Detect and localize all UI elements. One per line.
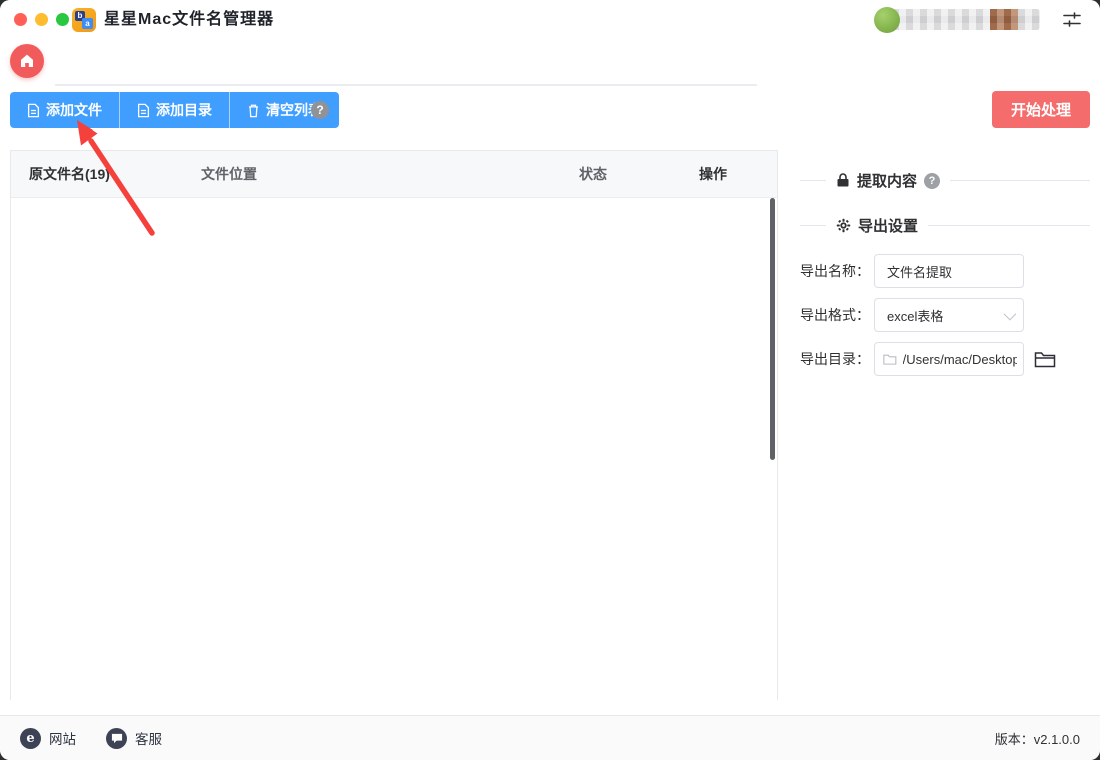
extract-help-icon[interactable] (924, 173, 940, 189)
export-format-label: 导出格式： (800, 305, 874, 325)
version-label: 版本：v2.1.0.0 (995, 729, 1080, 748)
export-name-input[interactable] (874, 254, 1024, 288)
column-header-location: 文件位置 (201, 164, 579, 184)
browse-folder-button[interactable] (1032, 346, 1058, 372)
redacted-user-info (874, 7, 1040, 32)
export-name-label: 导出名称： (800, 261, 874, 281)
close-window-button[interactable] (14, 13, 27, 26)
file-icon (27, 103, 40, 118)
redacted-text (892, 9, 1040, 30)
support-link[interactable]: 客服 (106, 728, 162, 749)
export-fields: 导出名称： 导出格式： excel表格 导出目录： /Users/mac/Des… (800, 254, 1090, 376)
file-icon (137, 103, 150, 118)
export-directory-input[interactable]: /Users/mac/Desktop (874, 342, 1024, 376)
app-window: b a 星星Mac文件名管理器 (0, 0, 1100, 760)
export-format-field: 导出格式： excel表格 (800, 298, 1090, 332)
toolbar-help-icon[interactable] (311, 101, 329, 119)
folder-icon (883, 353, 897, 365)
export-directory-field: 导出目录： /Users/mac/Desktop (800, 342, 1090, 376)
zoom-window-button[interactable] (56, 13, 69, 26)
file-table: 原文件名(19) 文件位置 状态 操作 (10, 150, 778, 700)
gear-icon (836, 218, 851, 233)
minimize-window-button[interactable] (35, 13, 48, 26)
chat-icon (106, 728, 127, 749)
table-scrollbar-thumb[interactable] (770, 198, 775, 460)
add-directory-button[interactable]: 添加目录 (119, 92, 229, 128)
start-processing-button[interactable]: 开始处理 (992, 91, 1090, 128)
extract-section-title: 提取内容 (857, 170, 917, 191)
export-directory-label: 导出目录： (800, 349, 874, 369)
column-header-status: 状态 (579, 164, 699, 184)
user-avatar[interactable] (874, 7, 900, 33)
export-name-field: 导出名称： (800, 254, 1090, 288)
column-header-filename: 原文件名(19) (11, 164, 201, 184)
column-header-action: 操作 (699, 164, 777, 184)
tab-bar (0, 38, 1100, 86)
app-title: 星星Mac文件名管理器 (104, 0, 274, 38)
titlebar: b a 星星Mac文件名管理器 (0, 0, 1100, 38)
home-button[interactable] (10, 44, 44, 78)
settings-sidebar: 提取内容 (800, 150, 1090, 386)
add-file-button[interactable]: 添加文件 (10, 92, 119, 128)
home-icon (18, 52, 36, 70)
export-section-header: 导出设置 (800, 215, 1090, 236)
user-area (874, 7, 1084, 32)
export-section-title: 导出设置 (858, 215, 918, 236)
chevron-down-icon (1004, 307, 1017, 320)
table-header: 原文件名(19) 文件位置 状态 操作 (11, 151, 777, 198)
traffic-lights (14, 13, 69, 26)
app-logo-icon: b a (72, 8, 96, 32)
export-format-select[interactable]: excel表格 (874, 298, 1024, 332)
folder-open-icon (1034, 350, 1056, 368)
settings-sliders-icon[interactable] (1060, 8, 1084, 32)
extract-section-header: 提取内容 (800, 170, 1090, 191)
website-icon: e (20, 728, 41, 749)
trash-icon (247, 103, 260, 118)
tabbar-divider (55, 84, 757, 86)
footer: e 网站 客服 版本：v2.1.0.0 (0, 715, 1100, 760)
website-link[interactable]: e 网站 (20, 728, 76, 749)
lock-icon (836, 173, 850, 188)
toolbar-button-group: 添加文件 添加目录 清空列表 (10, 92, 339, 128)
